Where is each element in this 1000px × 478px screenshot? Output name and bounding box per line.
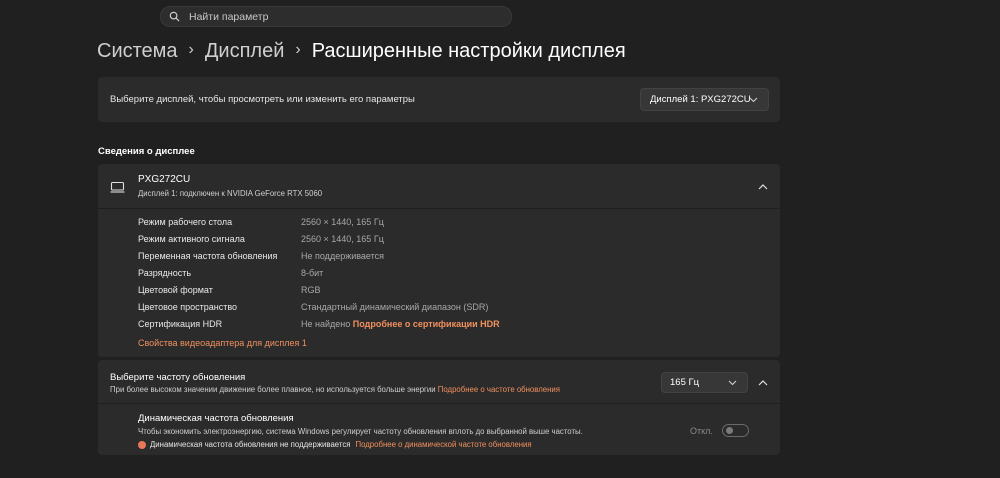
display-subtitle: Дисплей 1: подключен к NVIDIA GeForce RT… bbox=[138, 189, 323, 198]
breadcrumb-item-display[interactable]: Дисплей bbox=[205, 40, 285, 63]
select-display-label: Выберите дисплей, чтобы просмотреть или … bbox=[110, 94, 415, 105]
property-key: Цветовое пространство bbox=[138, 302, 238, 312]
chevron-up-icon[interactable] bbox=[758, 183, 768, 190]
property-value: 2560 × 1440, 165 Гц bbox=[301, 234, 384, 244]
display-info-card: PXG272CU Дисплей 1: подключен к NVIDIA G… bbox=[98, 164, 780, 357]
property-key: Сертификация HDR bbox=[138, 319, 223, 329]
property-row: Цветовое пространство Стандартный динами… bbox=[138, 302, 738, 319]
search-box[interactable]: Найти параметр bbox=[160, 6, 512, 27]
page-title: Расширенные настройки дисплея bbox=[311, 39, 626, 62]
property-row: Режим активного сигнала 2560 × 1440, 165… bbox=[138, 234, 738, 251]
refresh-rate-learn-more-link[interactable]: Подробнее о частоте обновления bbox=[438, 385, 560, 394]
breadcrumb-separator: › bbox=[295, 41, 301, 58]
refresh-rate-value: 165 Гц bbox=[670, 377, 700, 388]
display-dropdown[interactable]: Дисплей 1: PXG272CU bbox=[640, 88, 769, 111]
refresh-rate-description: При более высоком значении движение боле… bbox=[110, 385, 560, 394]
dynamic-refresh-toggle-label: Откл. bbox=[690, 426, 713, 436]
property-value: RGB bbox=[301, 285, 321, 295]
dynamic-refresh-title: Динамическая частота обновления bbox=[138, 413, 294, 424]
dynamic-refresh-toggle[interactable] bbox=[722, 424, 749, 437]
toggle-knob bbox=[726, 427, 733, 434]
property-row: Переменная частота обновления Не поддерж… bbox=[138, 251, 738, 268]
property-key: Цветовой формат bbox=[138, 285, 213, 295]
hdr-status: Не найдено bbox=[301, 319, 351, 329]
chevron-up-icon[interactable] bbox=[758, 379, 768, 386]
dynamic-refresh-learn-more-link[interactable]: Подробнее о динамической частоте обновле… bbox=[355, 440, 531, 449]
dynamic-refresh-warning: Динамическая частота обновления не подде… bbox=[138, 440, 583, 449]
property-value: 2560 × 1440, 165 Гц bbox=[301, 217, 384, 227]
property-value: Не найдено Подробнее о сертификации HDR bbox=[301, 319, 500, 329]
refresh-rate-header: Выберите частоту обновления При более вы… bbox=[98, 360, 780, 404]
property-key: Режим рабочего стола bbox=[138, 217, 233, 227]
adapter-properties-link[interactable]: Свойства видеоадаптера для дисплея 1 bbox=[138, 338, 307, 348]
chevron-down-icon bbox=[749, 97, 758, 102]
property-value: Не поддерживается bbox=[301, 251, 385, 261]
chevron-down-icon bbox=[728, 380, 737, 385]
breadcrumb-separator: › bbox=[188, 41, 194, 58]
dynamic-refresh-section: Динамическая частота обновления Чтобы эк… bbox=[138, 413, 583, 449]
warning-icon bbox=[138, 440, 146, 449]
property-key: Разрядность bbox=[138, 268, 192, 278]
property-value: Стандартный динамический диапазон (SDR) bbox=[301, 302, 489, 312]
search-input[interactable]: Найти параметр bbox=[189, 11, 268, 23]
refresh-rate-dropdown[interactable]: 165 Гц bbox=[661, 372, 748, 393]
property-row: Разрядность 8-бит bbox=[138, 268, 738, 285]
display-name: PXG272CU bbox=[138, 174, 191, 185]
dynamic-refresh-warning-text: Динамическая частота обновления не подде… bbox=[150, 440, 351, 449]
refresh-rate-title: Выберите частоту обновления bbox=[110, 372, 246, 383]
display-info-header[interactable]: PXG272CU Дисплей 1: подключен к NVIDIA G… bbox=[98, 164, 780, 209]
breadcrumb-item-system[interactable]: Система bbox=[97, 40, 178, 63]
dynamic-refresh-description: Чтобы экономить электроэнергию, система … bbox=[138, 427, 583, 436]
hdr-certification-link[interactable]: Подробнее о сертификации HDR bbox=[353, 319, 500, 329]
search-icon bbox=[169, 11, 180, 22]
property-key: Режим активного сигнала bbox=[138, 234, 245, 244]
section-title-display-info: Сведения о дисплее bbox=[98, 146, 195, 157]
property-key: Переменная частота обновления bbox=[138, 251, 278, 261]
property-row: Сертификация HDR Не найдено Подробнее о … bbox=[138, 319, 738, 336]
breadcrumb: Система › Дисплей › Расширенные настройк… bbox=[97, 38, 626, 64]
property-value: 8-бит bbox=[301, 268, 324, 278]
property-row: Цветовой формат RGB bbox=[138, 285, 738, 302]
refresh-rate-description-text: При более высоком значении движение боле… bbox=[110, 385, 436, 394]
property-row: Режим рабочего стола 2560 × 1440, 165 Гц bbox=[138, 217, 738, 234]
refresh-rate-card: Выберите частоту обновления При более вы… bbox=[98, 360, 780, 455]
monitor-icon bbox=[110, 181, 125, 193]
display-dropdown-value: Дисплей 1: PXG272CU bbox=[650, 94, 751, 105]
select-display-card: Выберите дисплей, чтобы просмотреть или … bbox=[98, 77, 780, 122]
display-properties: Режим рабочего стола 2560 × 1440, 165 Гц… bbox=[138, 217, 738, 336]
